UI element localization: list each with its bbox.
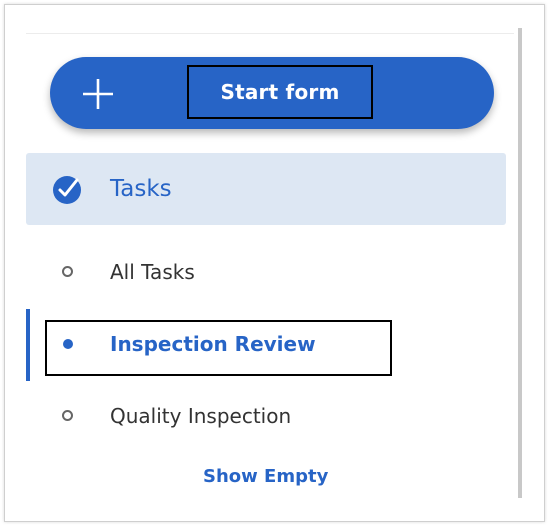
start-form-label-container[interactable]: Start form: [187, 65, 373, 119]
start-form-label: Start form: [220, 80, 340, 104]
nav-item-label: All Tasks: [110, 260, 195, 284]
scrollbar[interactable]: [518, 28, 522, 498]
check-circle-icon: [53, 176, 81, 204]
divider: [26, 33, 514, 34]
show-empty-link[interactable]: Show Empty: [203, 465, 328, 489]
nav-item-all-tasks[interactable]: [26, 249, 506, 297]
radio-dot-icon: [62, 410, 73, 421]
nav-item-label: Quality Inspection: [110, 404, 292, 428]
radio-dot-icon: [62, 266, 73, 277]
highlight-box: [45, 320, 392, 376]
tasks-label: Tasks: [110, 176, 172, 202]
tasks-nav-header[interactable]: [26, 153, 506, 225]
plus-icon: [83, 79, 113, 109]
